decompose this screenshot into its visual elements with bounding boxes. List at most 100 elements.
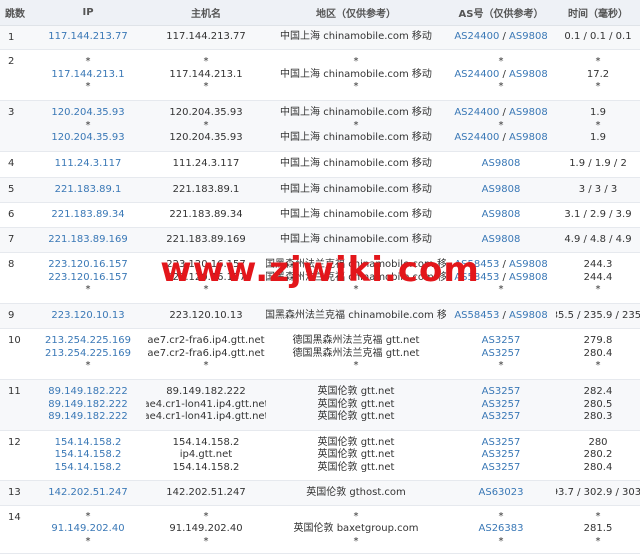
as-link[interactable]: AS63023 — [479, 487, 524, 498]
hop-number: 4 — [8, 158, 15, 169]
as-link[interactable]: AS3257 — [482, 462, 521, 473]
as-link[interactable]: AS9808 — [509, 259, 548, 270]
hostname-text: 117.144.213.1 — [169, 68, 243, 80]
ip-cell: 213.254.225.169 213.254.225.169 * — [30, 329, 146, 379]
as-line: AS3257 — [482, 437, 521, 449]
as-link[interactable]: AS24400 — [454, 107, 499, 118]
region-text: 英国伦敦 gthost.com — [306, 486, 406, 498]
as-link[interactable]: AS24400 — [454, 69, 499, 80]
region-text: 英国伦敦 gtt.net — [317, 461, 395, 473]
as-separator: / — [499, 31, 510, 43]
timeout-mark: * — [498, 56, 504, 68]
ip-link[interactable]: 223.120.16.157 — [48, 272, 128, 284]
as-link[interactable]: AS9808 — [509, 132, 548, 143]
ip-link[interactable]: 89.149.182.222 — [48, 411, 128, 423]
region-cell: 中国上海 chinamobile.com 移动 * 中国上海 chinamobile… — [266, 101, 446, 151]
latency-text: 279.8 — [583, 335, 613, 347]
as-link[interactable]: AS9808 — [509, 31, 548, 42]
as-line: * — [499, 360, 504, 372]
ip-cell: 120.204.35.93 * 120.204.35.93 — [30, 101, 146, 151]
as-line: AS9808 — [482, 158, 521, 170]
latency-text: 1.9 — [590, 107, 606, 119]
as-link[interactable]: AS9808 — [509, 310, 548, 321]
as-link[interactable]: AS3257 — [482, 437, 521, 448]
hostname-text: * — [203, 510, 209, 522]
latency-text: * — [595, 119, 601, 131]
hostname-text: 154.14.158.2 — [172, 461, 240, 473]
ip-link[interactable]: 213.254.225.169 — [45, 335, 131, 347]
hostname-text: 89.149.182.222 — [166, 386, 246, 398]
as-link[interactable]: AS3257 — [482, 411, 521, 422]
ip-link[interactable]: 223.120.16.157 — [48, 259, 128, 271]
region-text: * — [353, 119, 359, 131]
region-cell: 英国伦敦 gthost.com — [266, 481, 446, 505]
as-link[interactable]: AS24400 — [454, 31, 499, 42]
as-link[interactable]: AS24400 — [454, 132, 499, 143]
latency-text: 1.9 — [590, 132, 606, 144]
ip-link[interactable]: 154.14.158.2 — [55, 462, 122, 474]
as-link[interactable]: AS58453 — [454, 259, 499, 270]
ip-link[interactable]: 154.14.158.2 — [55, 437, 122, 449]
ip-link[interactable]: 154.14.158.2 — [55, 449, 122, 461]
as-cell: AS3257 AS3257 AS3257 — [446, 431, 556, 480]
ip-link[interactable]: 221.183.89.169 — [48, 234, 128, 246]
hop-number: 7 — [8, 234, 15, 245]
hop-number: 14 — [8, 512, 21, 523]
hostname-text: 221.183.89.34 — [169, 208, 243, 220]
ip-link[interactable]: 120.204.35.93 — [51, 107, 124, 119]
header-hostname: 主机名 — [191, 9, 221, 20]
as-link[interactable]: AS9808 — [482, 234, 521, 245]
as-link[interactable]: AS9808 — [482, 184, 521, 195]
ip-link[interactable]: 221.183.89.1 — [55, 184, 122, 196]
as-link[interactable]: AS9808 — [509, 107, 548, 118]
as-link[interactable]: AS9808 — [509, 272, 548, 283]
ip-link[interactable]: 89.149.182.222 — [48, 399, 128, 411]
ip-link[interactable]: 117.144.213.77 — [48, 31, 128, 43]
ip-link[interactable]: 142.202.51.247 — [48, 487, 128, 499]
hostname-text: 142.202.51.247 — [166, 486, 246, 498]
as-link[interactable]: AS9808 — [482, 209, 521, 220]
table-header: 跳数 IP 主机名 地区（仅供参考） AS号（仅供参考） 时间（毫秒） — [0, 0, 640, 26]
ip-link[interactable]: 213.254.225.169 — [45, 348, 131, 360]
ip-link[interactable]: 91.149.202.40 — [51, 523, 124, 535]
time-cell: 280 280.2 280.4 — [556, 431, 640, 480]
hostname-text: ae4.cr1-lon41.ip4.gtt.net — [146, 411, 266, 423]
as-link[interactable]: AS26383 — [479, 523, 524, 534]
as-link[interactable]: AS3257 — [482, 449, 521, 460]
region-cell: 中国上海 chinamobile.com 移动 — [266, 26, 446, 49]
ip-link[interactable]: 221.183.89.34 — [51, 209, 124, 221]
as-separator: / — [499, 271, 510, 283]
latency-text: 235.5 / 235.9 / 235.8 — [556, 309, 640, 321]
as-cell: AS9808 — [446, 203, 556, 227]
timeout-mark: * — [498, 510, 504, 522]
region-cell: * 英国伦敦 baxetgroup.com * — [266, 506, 446, 553]
as-separator: / — [499, 68, 510, 80]
as-link[interactable]: AS9808 — [509, 69, 548, 80]
as-link[interactable]: AS3257 — [482, 348, 521, 359]
latency-text: 17.2 — [586, 68, 610, 80]
time-cell: 279.8 280.4 * — [556, 329, 640, 379]
region-text: * — [353, 81, 359, 93]
table-row: 13 142.202.51.247 142.202.51.247 英国伦敦 gthos… — [0, 481, 640, 506]
ip-link[interactable]: 111.24.3.117 — [55, 158, 122, 170]
as-link[interactable]: AS3257 — [482, 386, 521, 397]
as-link[interactable]: AS58453 — [454, 272, 499, 283]
timeout-mark: * — [498, 535, 504, 547]
as-line: AS3257 — [482, 348, 521, 360]
region-cell: 德国黑森州法兰克福 chinamobile.com 移动德国黑森州法兰克福 ch… — [266, 253, 446, 303]
ip-link[interactable]: 120.204.35.93 — [51, 132, 124, 144]
hostname-text: ae7.cr2-fra6.ip4.gtt.net — [147, 347, 265, 359]
ip-link[interactable]: 117.144.213.1 — [51, 69, 124, 81]
ip-link[interactable]: 89.149.182.222 — [48, 386, 128, 398]
latency-text: 244.4 — [583, 271, 613, 283]
hostname-text: 111.24.3.117 — [172, 158, 240, 170]
as-link[interactable]: AS3257 — [482, 335, 521, 346]
as-link[interactable]: AS9808 — [482, 158, 521, 169]
hop-cell: 9 — [0, 304, 30, 328]
ip-link[interactable]: 223.120.10.13 — [51, 310, 124, 322]
as-link[interactable]: AS58453 — [454, 310, 499, 321]
region-text: * — [353, 56, 359, 68]
hostname-text: * — [203, 119, 209, 131]
as-link[interactable]: AS3257 — [482, 399, 521, 410]
latency-text: 280.2 — [583, 449, 613, 461]
